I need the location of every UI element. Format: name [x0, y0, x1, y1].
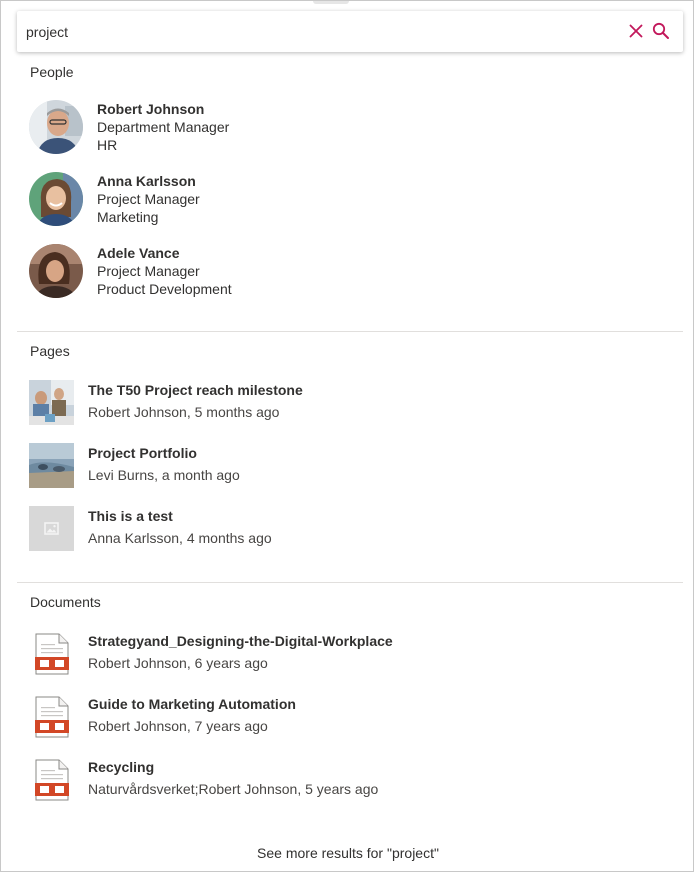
search-icon — [652, 22, 669, 39]
panel-notch — [313, 1, 349, 4]
document-icon — [35, 696, 69, 738]
close-icon — [629, 24, 643, 38]
section-divider — [17, 331, 683, 332]
page-meta: Robert Johnson, 5 months ago — [88, 404, 280, 420]
page-title: The T50 Project reach milestone — [88, 382, 303, 398]
person-result[interactable]: Anna Karlsson Project Manager Marketing — [29, 172, 629, 230]
person-result[interactable]: Robert Johnson Department Manager HR — [29, 100, 629, 158]
search-button[interactable] — [651, 21, 671, 41]
search-box — [17, 11, 683, 52]
search-results-panel: People Robert Johnson Department Manager… — [0, 0, 694, 872]
page-title: Project Portfolio — [88, 445, 197, 461]
page-meta: Anna Karlsson, 4 months ago — [88, 530, 272, 546]
page-meta: Levi Burns, a month ago — [88, 467, 240, 483]
section-divider — [17, 582, 683, 583]
document-result[interactable]: Strategyand_Designing-the-Digital-Workpl… — [29, 631, 669, 677]
document-title: Strategyand_Designing-the-Digital-Workpl… — [88, 633, 393, 649]
person-name: Robert Johnson — [97, 101, 205, 117]
person-name: Adele Vance — [97, 245, 180, 261]
document-result[interactable]: Guide to Marketing Automation Robert Joh… — [29, 694, 669, 740]
person-job-title: Department Manager — [97, 119, 230, 135]
image-placeholder-icon — [44, 522, 59, 535]
see-more-results-link[interactable]: See more results for "project" — [1, 845, 694, 861]
page-title: This is a test — [88, 508, 173, 524]
page-thumbnail — [29, 443, 74, 488]
person-result[interactable]: Adele Vance Project Manager Product Deve… — [29, 244, 629, 302]
section-title-documents: Documents — [30, 594, 101, 610]
person-job-title: Project Manager — [97, 263, 200, 279]
document-meta: Robert Johnson, 7 years ago — [88, 718, 268, 734]
person-name: Anna Karlsson — [97, 173, 196, 189]
avatar — [29, 172, 83, 226]
section-title-pages: Pages — [30, 343, 70, 359]
search-input[interactable] — [26, 20, 586, 44]
person-department: HR — [97, 137, 118, 153]
person-department: Marketing — [97, 209, 159, 225]
document-meta: Naturvårdsverket;Robert Johnson, 5 years… — [88, 781, 379, 797]
avatar — [29, 100, 83, 154]
page-thumbnail — [29, 380, 74, 425]
document-result[interactable]: Recycling Naturvårdsverket;Robert Johnso… — [29, 757, 669, 803]
page-result[interactable]: Project Portfolio Levi Burns, a month ag… — [29, 443, 669, 489]
document-title: Guide to Marketing Automation — [88, 696, 296, 712]
document-meta: Robert Johnson, 6 years ago — [88, 655, 268, 671]
person-job-title: Project Manager — [97, 191, 200, 207]
person-department: Product Development — [97, 281, 232, 297]
page-result[interactable]: This is a test Anna Karlsson, 4 months a… — [29, 506, 669, 552]
document-title: Recycling — [88, 759, 155, 775]
document-icon — [35, 759, 69, 801]
page-result[interactable]: The T50 Project reach milestone Robert J… — [29, 380, 669, 426]
clear-search-button[interactable] — [626, 21, 646, 41]
document-icon — [35, 633, 69, 675]
section-title-people: People — [30, 64, 74, 80]
avatar — [29, 244, 83, 298]
page-thumbnail — [29, 506, 74, 551]
